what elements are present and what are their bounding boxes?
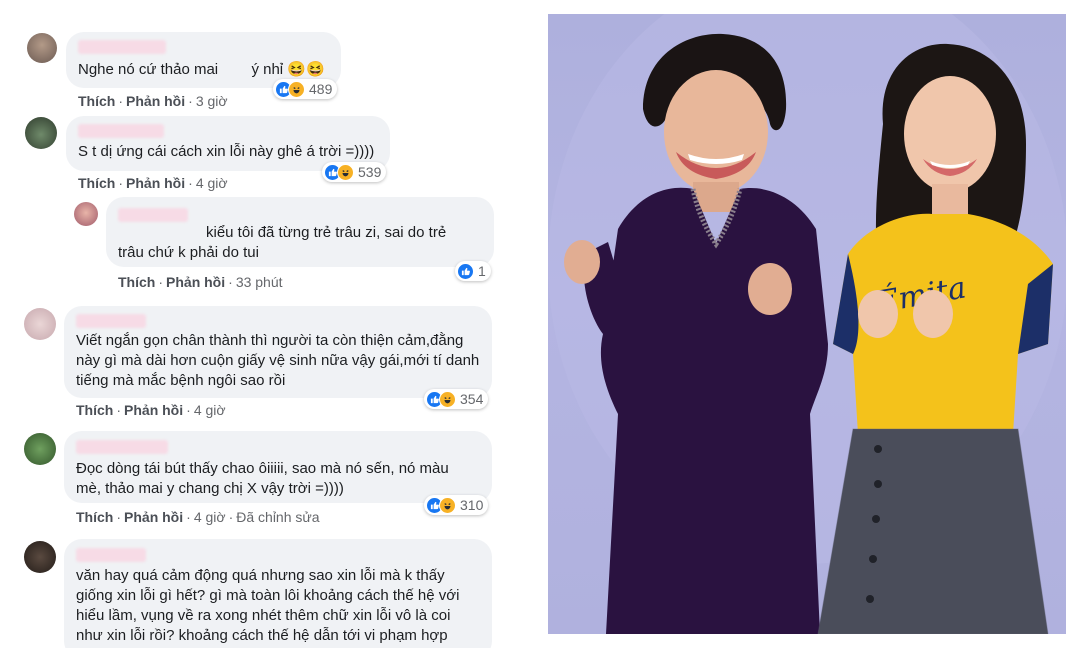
comment-text: văn hay quá cảm động quá nhưng sao xin l… [76, 567, 460, 644]
comment-6: văn hay quá cảm động quá nhưng sao xin l… [0, 0, 520, 648]
blurred-author-name [76, 548, 146, 562]
comment-thread: Nghe nó cứ thảo mai ý nhỉ 😆😆 489 Thích · P… [0, 0, 520, 648]
photo-illustration: Émita [548, 14, 1066, 634]
photo-mother-daughter[interactable]: Émita [548, 14, 1066, 634]
avatar[interactable] [24, 541, 56, 573]
